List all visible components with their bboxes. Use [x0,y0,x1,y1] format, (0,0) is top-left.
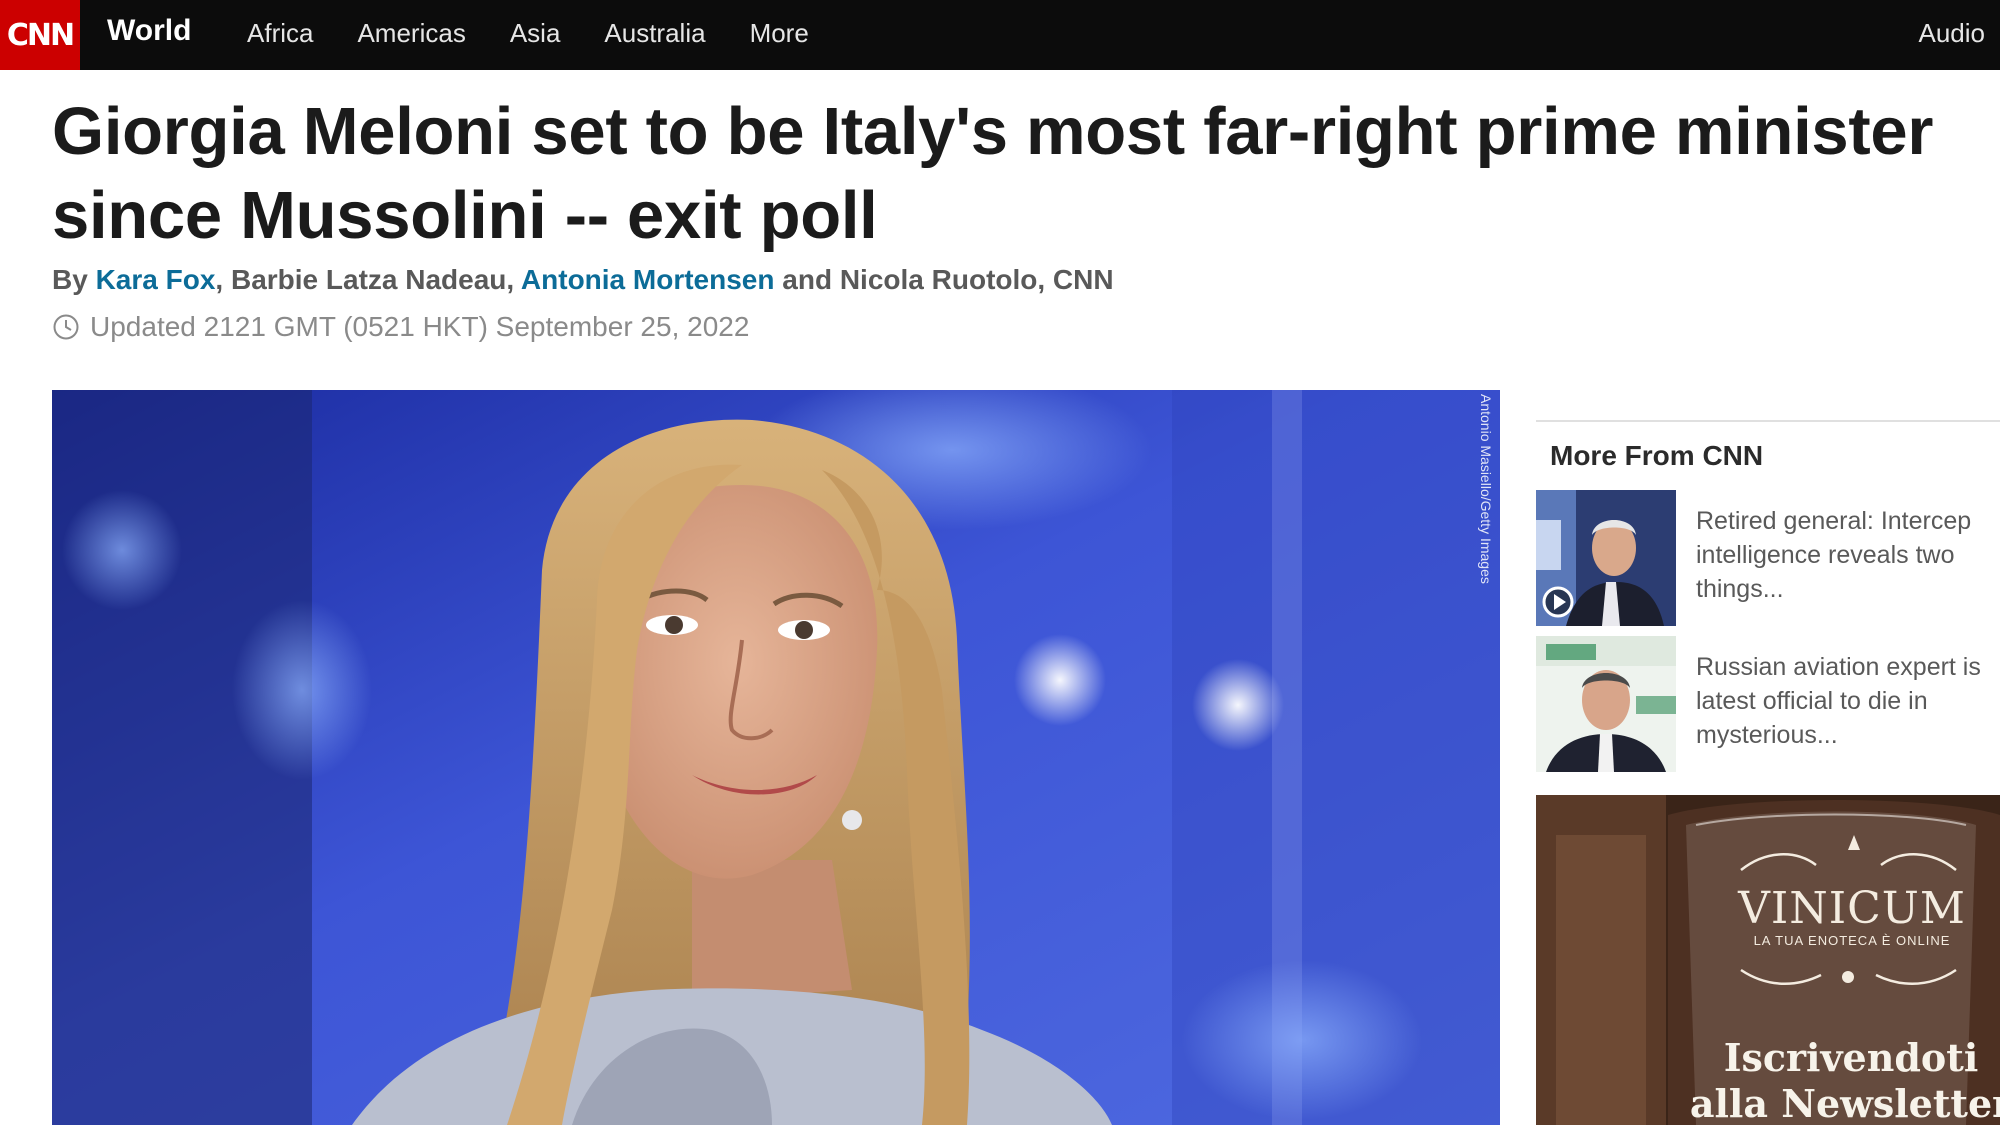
nav-item-australia[interactable]: Australia [604,18,705,49]
updated-text: Updated 2121 GMT (0521 HKT) September 25… [90,311,750,342]
nav-item-asia[interactable]: Asia [510,18,561,49]
clock-icon [53,314,79,340]
rail-thumbnail [1536,636,1676,772]
byline-and: and [774,264,840,295]
hero-photo [52,390,1500,1125]
timestamp: Updated 2121 GMT (0521 HKT) September 25… [52,311,749,343]
nav-item-africa[interactable]: Africa [247,18,313,49]
ad-cta-line: alla Newsletter [1689,1081,2000,1125]
rail-headline-line: Retired general: Intercep [1696,507,1972,535]
article-headline: Giorgia Meloni set to be Italy's most fa… [52,94,1934,253]
nav-item-more[interactable]: More [750,18,809,49]
ad-tagline: LA TUA ENOTECA È ONLINE [1753,933,1951,948]
rail-thumbnail [1536,490,1676,626]
section-title[interactable]: World [107,14,191,48]
nav-menu: Africa Americas Asia Australia More [247,18,853,49]
author-barbie-latza-nadeau: Barbie Latza Nadeau [230,264,507,295]
ad-cta: Iscrivendoti alla Newsletter [1676,1035,2000,1125]
rail-headline-line: things... [1696,575,1784,603]
hero-image[interactable]: Antonio Masiello/Getty Images [52,390,1500,1125]
author-nicola-ruotolo: Nicola Ruotolo [839,264,1038,295]
author-link-antonia-mortensen[interactable]: Antonia Mortensen [521,264,775,295]
byline-separator: , [506,264,521,295]
ad-brand: VINICUM [1738,883,1966,934]
rail-headline-line: latest official to die in [1696,687,1928,715]
cnn-logo[interactable]: CNN [0,0,80,70]
byline-suffix: , CNN [1037,264,1114,295]
photo-credit: Antonio Masiello/Getty Images [1478,394,1494,584]
byline-prefix: By [52,264,96,295]
rail-headline-line: intelligence reveals two [1696,541,1955,569]
rail-header: More From CNN [1536,420,2000,484]
nav-item-americas[interactable]: Americas [357,18,465,49]
rail-item[interactable]: Retired general: Intercep intelligence r… [1536,490,2000,630]
byline-separator: , [215,264,231,295]
rail-headline-line: Russian aviation expert is [1696,653,1981,681]
rail-thumbnail-image [1536,490,1676,626]
advertisement[interactable]: VINICUM LA TUA ENOTECA È ONLINE Iscriven… [1536,795,2000,1125]
rail-title: More From CNN [1550,440,1764,471]
byline: By Kara Fox, Barbie Latza Nadeau, Antoni… [52,264,1114,296]
audio-link[interactable]: Audio [1919,18,1986,49]
logo-text: CNN [6,17,75,53]
rail-headline-line: mysterious... [1696,721,1838,749]
rail-item[interactable]: Russian aviation expert is latest offici… [1536,636,2000,776]
rail-thumbnail-image [1536,636,1676,772]
author-link-kara-fox[interactable]: Kara Fox [96,264,216,295]
top-nav: CNN World Africa Americas Asia Australia… [0,0,2000,70]
ad-cta-line: Iscrivendoti [1723,1035,1979,1080]
